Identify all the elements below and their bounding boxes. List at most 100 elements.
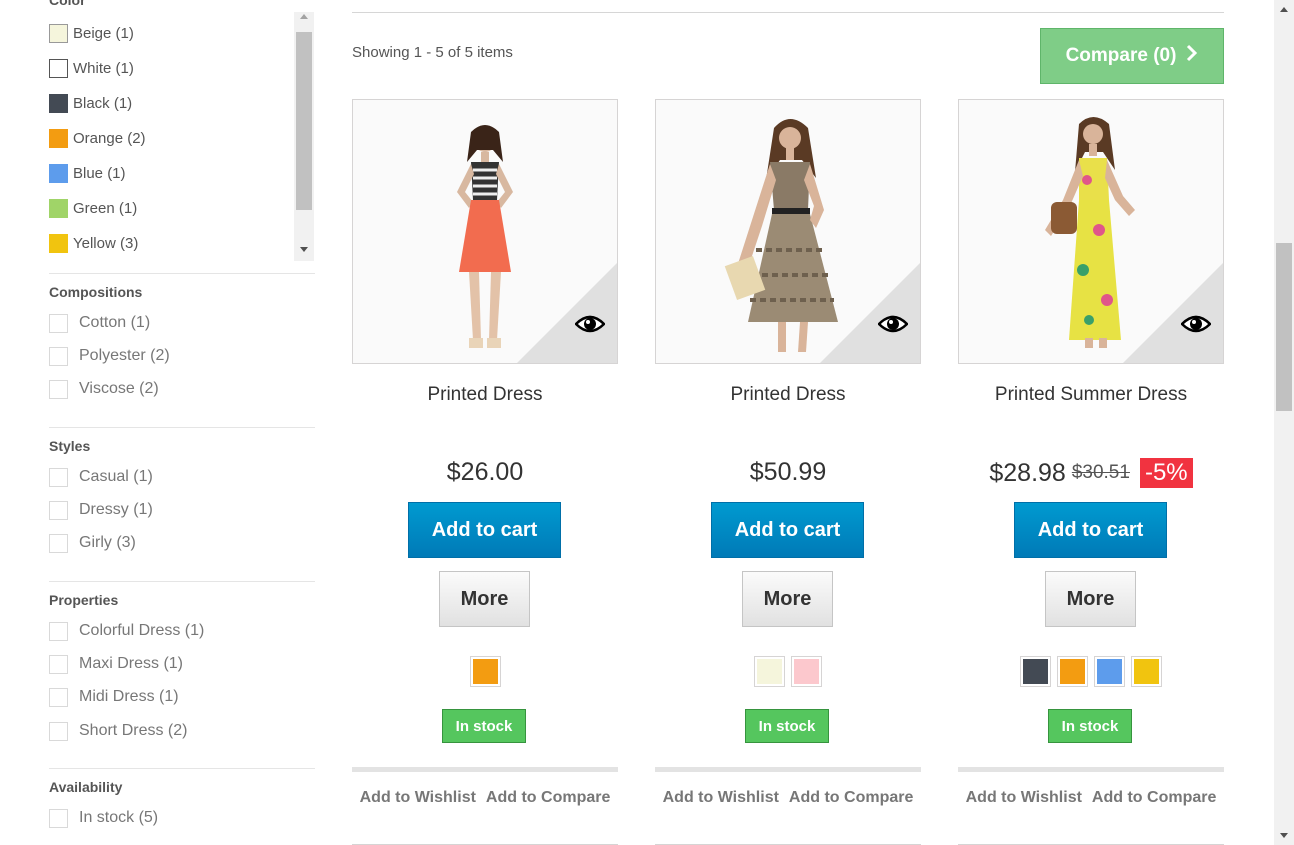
filter-option-label: Dressy (1) bbox=[79, 501, 153, 518]
product-name-link[interactable]: Printed Summer Dress bbox=[958, 384, 1224, 406]
page-scrollbar[interactable] bbox=[1274, 0, 1294, 845]
add-to-cart-button[interactable]: Add to cart bbox=[1014, 502, 1167, 558]
quick-view-corner[interactable] bbox=[1123, 263, 1223, 363]
filter-option-label: Midi Dress (1) bbox=[79, 688, 179, 705]
add-to-cart-button[interactable]: Add to cart bbox=[408, 502, 561, 558]
compare-button[interactable]: Compare (0) bbox=[1040, 28, 1224, 84]
styles-filter: Styles Casual (1) Dressy (1) Girly (3) bbox=[49, 427, 315, 577]
checkbox[interactable] bbox=[49, 621, 68, 641]
filter-option-girly[interactable]: Girly (3) bbox=[49, 532, 136, 554]
add-to-wishlist-link[interactable]: Add to Wishlist bbox=[966, 789, 1082, 807]
checkbox[interactable] bbox=[49, 346, 68, 366]
product-price: $26.00 bbox=[446, 458, 524, 486]
color-swatch-beige[interactable] bbox=[754, 656, 785, 687]
product-price: $28.98 bbox=[989, 458, 1066, 487]
add-to-compare-link[interactable]: Add to Compare bbox=[1092, 789, 1216, 807]
color-option-white[interactable]: White (1) bbox=[49, 57, 134, 79]
add-to-compare-link[interactable]: Add to Compare bbox=[789, 789, 913, 807]
color-swatch-pink[interactable] bbox=[791, 656, 822, 687]
eye-icon[interactable] bbox=[1180, 314, 1212, 339]
product-image[interactable] bbox=[958, 99, 1224, 364]
checkbox[interactable] bbox=[49, 687, 68, 707]
color-option-orange[interactable]: Orange (2) bbox=[49, 127, 146, 149]
add-to-cart-button[interactable]: Add to cart bbox=[711, 502, 864, 558]
color-swatch-orange[interactable] bbox=[469, 656, 501, 687]
color-filter-scrollbar[interactable] bbox=[294, 12, 314, 261]
color-option-black[interactable]: Black (1) bbox=[49, 92, 132, 114]
color-swatch-yellow[interactable] bbox=[1131, 656, 1162, 687]
filter-option-maxi-dress[interactable]: Maxi Dress (1) bbox=[49, 653, 183, 675]
filter-option-label: Short Dress (2) bbox=[79, 722, 188, 739]
product-image[interactable] bbox=[655, 99, 921, 364]
color-option-label: Blue (1) bbox=[73, 164, 126, 182]
filter-option-casual[interactable]: Casual (1) bbox=[49, 466, 153, 488]
stock-badge: In stock bbox=[1048, 709, 1132, 743]
price-row: $26.00 bbox=[352, 458, 618, 487]
product-name-link[interactable]: Printed Dress bbox=[655, 384, 921, 406]
scroll-up-arrow-icon[interactable] bbox=[1280, 7, 1288, 12]
color-swatch-list bbox=[655, 656, 921, 687]
white-swatch bbox=[49, 58, 68, 78]
add-to-wishlist-link[interactable]: Add to Wishlist bbox=[663, 789, 779, 807]
checkbox[interactable] bbox=[49, 533, 68, 553]
checkbox[interactable] bbox=[49, 654, 68, 674]
product-actions: Add to Wishlist Add to Compare bbox=[352, 767, 618, 845]
availability-filter-title: Availability bbox=[49, 779, 123, 795]
checkbox[interactable] bbox=[49, 313, 68, 333]
filter-option-dressy[interactable]: Dressy (1) bbox=[49, 499, 153, 521]
yellow-swatch bbox=[49, 233, 68, 253]
compositions-filter-title: Compositions bbox=[49, 284, 143, 300]
color-option-yellow[interactable]: Yellow (3) bbox=[49, 232, 138, 254]
more-button[interactable]: More bbox=[439, 571, 530, 627]
filter-option-colorful-dress[interactable]: Colorful Dress (1) bbox=[49, 620, 204, 642]
scroll-up-arrow-icon[interactable] bbox=[300, 14, 308, 19]
checkbox[interactable] bbox=[49, 467, 68, 487]
scroll-down-arrow-icon[interactable] bbox=[1280, 833, 1288, 838]
more-button[interactable]: More bbox=[1045, 571, 1136, 627]
checkbox[interactable] bbox=[49, 808, 68, 828]
more-button[interactable]: More bbox=[742, 571, 833, 627]
color-option-label: Beige (1) bbox=[73, 24, 134, 42]
color-option-green[interactable]: Green (1) bbox=[49, 197, 137, 219]
filter-option-viscose[interactable]: Viscose (2) bbox=[49, 378, 159, 400]
filter-option-short-dress[interactable]: Short Dress (2) bbox=[49, 720, 187, 742]
filter-option-label: Colorful Dress (1) bbox=[79, 622, 205, 639]
quick-view-corner[interactable] bbox=[517, 263, 617, 363]
product-actions: Add to Wishlist Add to Compare bbox=[958, 767, 1224, 845]
color-swatch-orange[interactable] bbox=[1057, 656, 1088, 687]
filter-option-label: Viscose (2) bbox=[79, 380, 159, 397]
scroll-down-arrow-icon[interactable] bbox=[300, 247, 308, 252]
add-to-compare-link[interactable]: Add to Compare bbox=[486, 789, 610, 807]
filter-option-label: Polyester (2) bbox=[79, 347, 170, 364]
checkbox[interactable] bbox=[49, 379, 68, 399]
black-swatch bbox=[49, 93, 68, 113]
color-swatch-blue[interactable] bbox=[1094, 656, 1125, 687]
checkbox[interactable] bbox=[49, 500, 68, 520]
filter-option-midi-dress[interactable]: Midi Dress (1) bbox=[49, 686, 179, 708]
stock-badge: In stock bbox=[442, 709, 526, 743]
add-to-wishlist-link[interactable]: Add to Wishlist bbox=[360, 789, 476, 807]
filter-option-cotton[interactable]: Cotton (1) bbox=[49, 312, 150, 334]
color-option-blue[interactable]: Blue (1) bbox=[49, 162, 126, 184]
checkbox[interactable] bbox=[49, 721, 68, 741]
color-option-label: Yellow (3) bbox=[73, 234, 139, 252]
eye-icon[interactable] bbox=[877, 314, 909, 339]
top-divider bbox=[352, 12, 1224, 13]
color-swatch-black[interactable] bbox=[1020, 656, 1051, 687]
product-actions: Add to Wishlist Add to Compare bbox=[655, 767, 921, 845]
compositions-filter: Compositions Cotton (1) Polyester (2) Vi… bbox=[49, 273, 315, 423]
filter-option-polyester[interactable]: Polyester (2) bbox=[49, 345, 170, 367]
blue-swatch bbox=[49, 163, 68, 183]
discount-badge: -5% bbox=[1139, 458, 1193, 488]
quick-view-corner[interactable] bbox=[820, 263, 920, 363]
scrollbar-thumb[interactable] bbox=[1276, 243, 1292, 411]
color-option-beige[interactable]: Beige (1) bbox=[49, 22, 134, 44]
eye-icon[interactable] bbox=[574, 314, 606, 339]
filter-option-in-stock[interactable]: In stock (5) bbox=[49, 807, 158, 829]
product-name-link[interactable]: Printed Dress bbox=[352, 384, 618, 406]
scrollbar-thumb[interactable] bbox=[296, 32, 312, 210]
color-option-label: Orange (2) bbox=[73, 129, 146, 147]
product-image[interactable] bbox=[352, 99, 618, 364]
filter-option-label: In stock (5) bbox=[79, 809, 159, 826]
price-row: $28.98 $30.51 -5% bbox=[958, 458, 1224, 488]
